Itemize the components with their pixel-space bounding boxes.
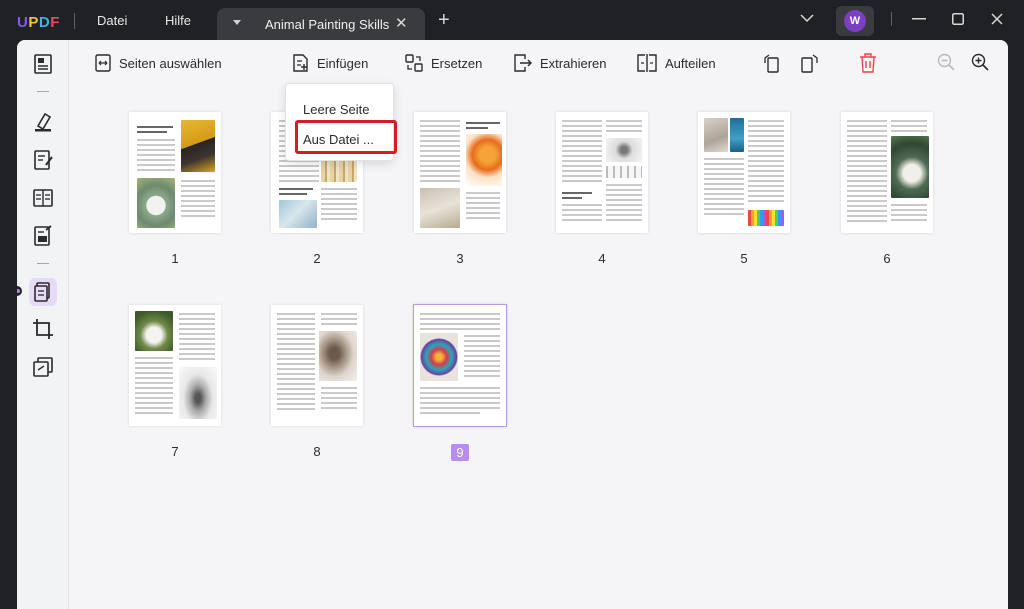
- close-window-icon[interactable]: [991, 13, 1003, 25]
- title-bar: UPDF Datei Hilfe Animal Painting Skills …: [0, 0, 1024, 44]
- layers-icon[interactable]: [31, 355, 55, 379]
- page-number-2: 2: [313, 251, 321, 266]
- split-label: Aufteilen: [665, 55, 716, 71]
- user-avatar[interactable]: W: [836, 6, 874, 36]
- divider: [37, 91, 49, 92]
- avatar-initial: W: [844, 10, 866, 32]
- chevron-down-icon[interactable]: [800, 13, 814, 23]
- divider: [74, 13, 75, 29]
- minimize-icon[interactable]: [912, 18, 926, 20]
- split-button[interactable]: Aufteilen: [637, 53, 716, 73]
- page-thumbnail-9[interactable]: [413, 304, 507, 427]
- insert-page-icon: [293, 54, 308, 72]
- select-pages-icon: [95, 54, 111, 72]
- page-number-5: 5: [740, 251, 748, 266]
- page-number-7: 7: [171, 444, 179, 459]
- page-thumbnail-6[interactable]: [841, 112, 933, 233]
- new-tab-icon[interactable]: +: [438, 10, 450, 30]
- split-icon: [637, 54, 657, 72]
- document-tab[interactable]: Animal Painting Skills ✕: [217, 8, 425, 44]
- extract-icon: [514, 54, 532, 72]
- crop-icon[interactable]: [31, 317, 55, 341]
- select-pages-label: Seiten auswählen: [119, 55, 222, 71]
- replace-icon: [405, 54, 423, 72]
- edit-text-icon[interactable]: [31, 148, 55, 172]
- delete-icon[interactable]: [859, 53, 877, 73]
- left-sidebar: [17, 40, 69, 609]
- page-number-6: 6: [883, 251, 891, 266]
- page-number-4: 4: [598, 251, 606, 266]
- insert-button[interactable]: Einfügen: [293, 53, 368, 73]
- replace-label: Ersetzen: [431, 55, 483, 71]
- form-icon[interactable]: [31, 186, 55, 210]
- divider: [891, 12, 892, 26]
- menu-item-blank-page[interactable]: Leere Seite: [303, 102, 370, 117]
- extract-label: Extrahieren: [540, 55, 607, 71]
- tab-dropdown-icon[interactable]: [233, 20, 241, 25]
- page-thumbnail-8[interactable]: [271, 305, 363, 426]
- menu-hilfe[interactable]: Hilfe: [165, 13, 191, 28]
- maximize-icon[interactable]: [952, 13, 964, 25]
- page-number-8: 8: [313, 444, 321, 459]
- menu-datei[interactable]: Datei: [97, 13, 127, 28]
- page-number-3: 3: [456, 251, 464, 266]
- page-number-1: 1: [171, 251, 179, 266]
- fill-sign-icon[interactable]: [31, 224, 55, 248]
- zoom-in-icon[interactable]: [971, 53, 989, 71]
- page-thumbnail-7[interactable]: [129, 305, 221, 426]
- page-thumbnail-5[interactable]: [698, 112, 790, 233]
- select-pages-button[interactable]: Seiten auswählen: [95, 53, 222, 73]
- tab-title: Animal Painting Skills: [265, 17, 390, 32]
- rotate-right-icon[interactable]: [800, 53, 820, 73]
- rotate-left-icon[interactable]: [762, 53, 782, 73]
- main-window: Seiten auswählen Einfügen Ersetzen Extra…: [17, 40, 1008, 609]
- page-thumbnail-1[interactable]: [129, 112, 221, 233]
- organize-pages-icon[interactable]: [31, 280, 55, 304]
- page-thumbnail-4[interactable]: [556, 112, 648, 233]
- divider: [37, 263, 49, 264]
- sidebar-indicator-dot: [17, 286, 22, 296]
- updf-logo: UPDF: [17, 14, 60, 31]
- reader-icon[interactable]: [31, 52, 55, 76]
- tab-close-icon[interactable]: ✕: [395, 14, 408, 32]
- page-number-9: 9: [451, 444, 469, 461]
- zoom-out-icon[interactable]: [937, 53, 955, 71]
- extract-button[interactable]: Extrahieren: [514, 53, 606, 73]
- highlight-box: [295, 120, 397, 154]
- insert-label: Einfügen: [317, 55, 369, 71]
- highlighter-icon[interactable]: [31, 110, 55, 134]
- organize-toolbar: Seiten auswählen Einfügen Ersetzen Extra…: [69, 40, 1008, 86]
- page-organizer: Seiten auswählen Einfügen Ersetzen Extra…: [69, 40, 1008, 609]
- replace-button[interactable]: Ersetzen: [405, 53, 482, 73]
- page-thumbnail-3[interactable]: [414, 112, 506, 233]
